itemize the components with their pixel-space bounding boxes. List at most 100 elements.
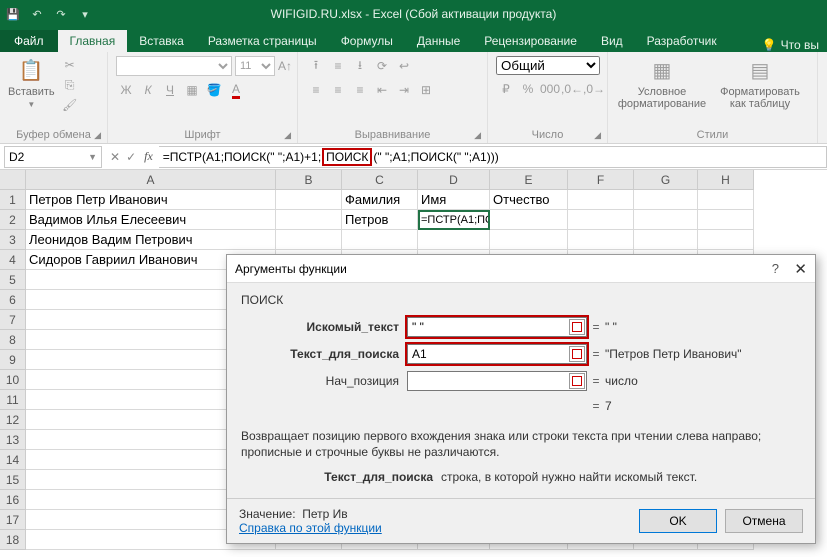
cancel-formula-icon[interactable]: ✕ <box>110 150 120 164</box>
row-header[interactable]: 7 <box>0 310 26 330</box>
row-header[interactable]: 10 <box>0 370 26 390</box>
undo-icon[interactable]: ↶ <box>28 5 46 23</box>
cell[interactable]: Петров <box>342 210 418 230</box>
cell[interactable] <box>490 230 568 250</box>
cell[interactable] <box>698 190 754 210</box>
cell[interactable] <box>490 210 568 230</box>
tab-data[interactable]: Данные <box>405 30 472 52</box>
cell[interactable]: =ПСТР(A1;ПОИСК(" ";A1)+1;ПОИСК(" ";A1;ПО… <box>418 210 490 230</box>
increase-decimal-icon[interactable]: ,0← <box>562 79 582 99</box>
cell[interactable] <box>276 210 342 230</box>
cell[interactable] <box>342 230 418 250</box>
row-header[interactable]: 3 <box>0 230 26 250</box>
ok-button[interactable]: OK <box>639 509 717 533</box>
font-family-select[interactable] <box>116 56 232 76</box>
cell[interactable]: Отчество <box>490 190 568 210</box>
close-icon[interactable]: ✕ <box>794 260 807 278</box>
decrease-decimal-icon[interactable]: ,0→ <box>584 79 604 99</box>
font-size-select[interactable]: 11 <box>235 56 275 76</box>
row-header[interactable]: 6 <box>0 290 26 310</box>
col-header[interactable]: A <box>26 170 276 190</box>
row-header[interactable]: 2 <box>0 210 26 230</box>
cut-button[interactable]: ✂ <box>61 56 79 74</box>
col-header[interactable]: E <box>490 170 568 190</box>
cell[interactable] <box>698 210 754 230</box>
row-header[interactable]: 12 <box>0 410 26 430</box>
orientation-icon[interactable]: ⟳ <box>372 56 392 76</box>
tab-review[interactable]: Рецензирование <box>472 30 589 52</box>
wrap-text-icon[interactable]: ↩ <box>394 56 414 76</box>
col-header[interactable]: B <box>276 170 342 190</box>
cell[interactable] <box>568 190 634 210</box>
percent-icon[interactable]: % <box>518 79 538 99</box>
help-icon[interactable]: ? <box>772 261 779 276</box>
cell[interactable] <box>634 230 698 250</box>
align-bottom-icon[interactable]: ⭳ <box>350 56 370 76</box>
comma-icon[interactable]: 000 <box>540 79 560 99</box>
tell-me[interactable]: 💡 Что вы <box>762 38 819 52</box>
dialog-help-link[interactable]: Справка по этой функции <box>239 521 382 535</box>
formula-input[interactable]: =ПСТР(A1;ПОИСК(" ";A1)+1;ПОИСК(" ";A1;ПО… <box>159 146 827 168</box>
qat-customize-icon[interactable]: ▾ <box>76 5 94 23</box>
tab-home[interactable]: Главная <box>58 30 128 52</box>
select-all-corner[interactable] <box>0 170 26 190</box>
row-header[interactable]: 1 <box>0 190 26 210</box>
col-header[interactable]: H <box>698 170 754 190</box>
cell[interactable] <box>418 230 490 250</box>
format-painter-button[interactable]: 🖌 <box>61 96 79 114</box>
cell[interactable] <box>698 230 754 250</box>
bold-button[interactable]: Ж <box>116 80 136 100</box>
row-header[interactable]: 9 <box>0 350 26 370</box>
chevron-down-icon[interactable]: ▼ <box>88 152 97 162</box>
conditional-formatting-button[interactable]: ▦ Условное форматирование <box>616 56 708 110</box>
paste-button[interactable]: 📋 Вставить ▼ <box>8 56 55 109</box>
align-right-icon[interactable]: ≡ <box>350 80 370 100</box>
row-header[interactable]: 11 <box>0 390 26 410</box>
merge-icon[interactable]: ⊞ <box>416 80 436 100</box>
number-dialog-icon[interactable]: ◢ <box>594 130 601 141</box>
cell[interactable] <box>568 230 634 250</box>
name-box[interactable]: D2 ▼ <box>4 146 102 168</box>
arg-input[interactable] <box>407 371 587 391</box>
enter-formula-icon[interactable]: ✓ <box>126 150 136 164</box>
range-selector-icon[interactable] <box>569 346 585 362</box>
italic-button[interactable]: К <box>138 80 158 100</box>
align-left-icon[interactable]: ≡ <box>306 80 326 100</box>
row-header[interactable]: 8 <box>0 330 26 350</box>
tab-file[interactable]: Файл <box>0 30 58 52</box>
cell[interactable]: Фамилия <box>342 190 418 210</box>
increase-indent-icon[interactable]: ⇥ <box>394 80 414 100</box>
row-header[interactable]: 16 <box>0 490 26 510</box>
range-selector-icon[interactable] <box>569 319 585 335</box>
range-selector-icon[interactable] <box>569 373 585 389</box>
row-header[interactable]: 18 <box>0 530 26 550</box>
cell[interactable] <box>276 190 342 210</box>
arg-input[interactable] <box>407 317 587 337</box>
copy-button[interactable]: ⎘ <box>61 76 79 94</box>
redo-icon[interactable]: ↷ <box>52 5 70 23</box>
row-header[interactable]: 14 <box>0 450 26 470</box>
tab-view[interactable]: Вид <box>589 30 635 52</box>
tab-developer[interactable]: Разработчик <box>635 30 729 52</box>
tab-insert[interactable]: Вставка <box>127 30 196 52</box>
arg-input[interactable] <box>407 344 587 364</box>
tab-page-layout[interactable]: Разметка страницы <box>196 30 329 52</box>
row-header[interactable]: 13 <box>0 430 26 450</box>
col-header[interactable]: C <box>342 170 418 190</box>
cell[interactable] <box>634 210 698 230</box>
cell[interactable] <box>276 230 342 250</box>
col-header[interactable]: F <box>568 170 634 190</box>
align-top-icon[interactable]: ⭱ <box>306 56 326 76</box>
row-header[interactable]: 17 <box>0 510 26 530</box>
decrease-indent-icon[interactable]: ⇤ <box>372 80 392 100</box>
cell[interactable] <box>634 190 698 210</box>
clipboard-dialog-icon[interactable]: ◢ <box>94 130 101 141</box>
cell[interactable]: Вадимов Илья Елесеевич <box>26 210 276 230</box>
increase-font-icon[interactable]: A↑ <box>278 59 292 73</box>
font-dialog-icon[interactable]: ◢ <box>284 130 291 141</box>
number-format-select[interactable]: Общий <box>496 56 600 75</box>
col-header[interactable]: G <box>634 170 698 190</box>
underline-button[interactable]: Ч <box>160 80 180 100</box>
row-header[interactable]: 5 <box>0 270 26 290</box>
align-middle-icon[interactable]: ≡ <box>328 56 348 76</box>
